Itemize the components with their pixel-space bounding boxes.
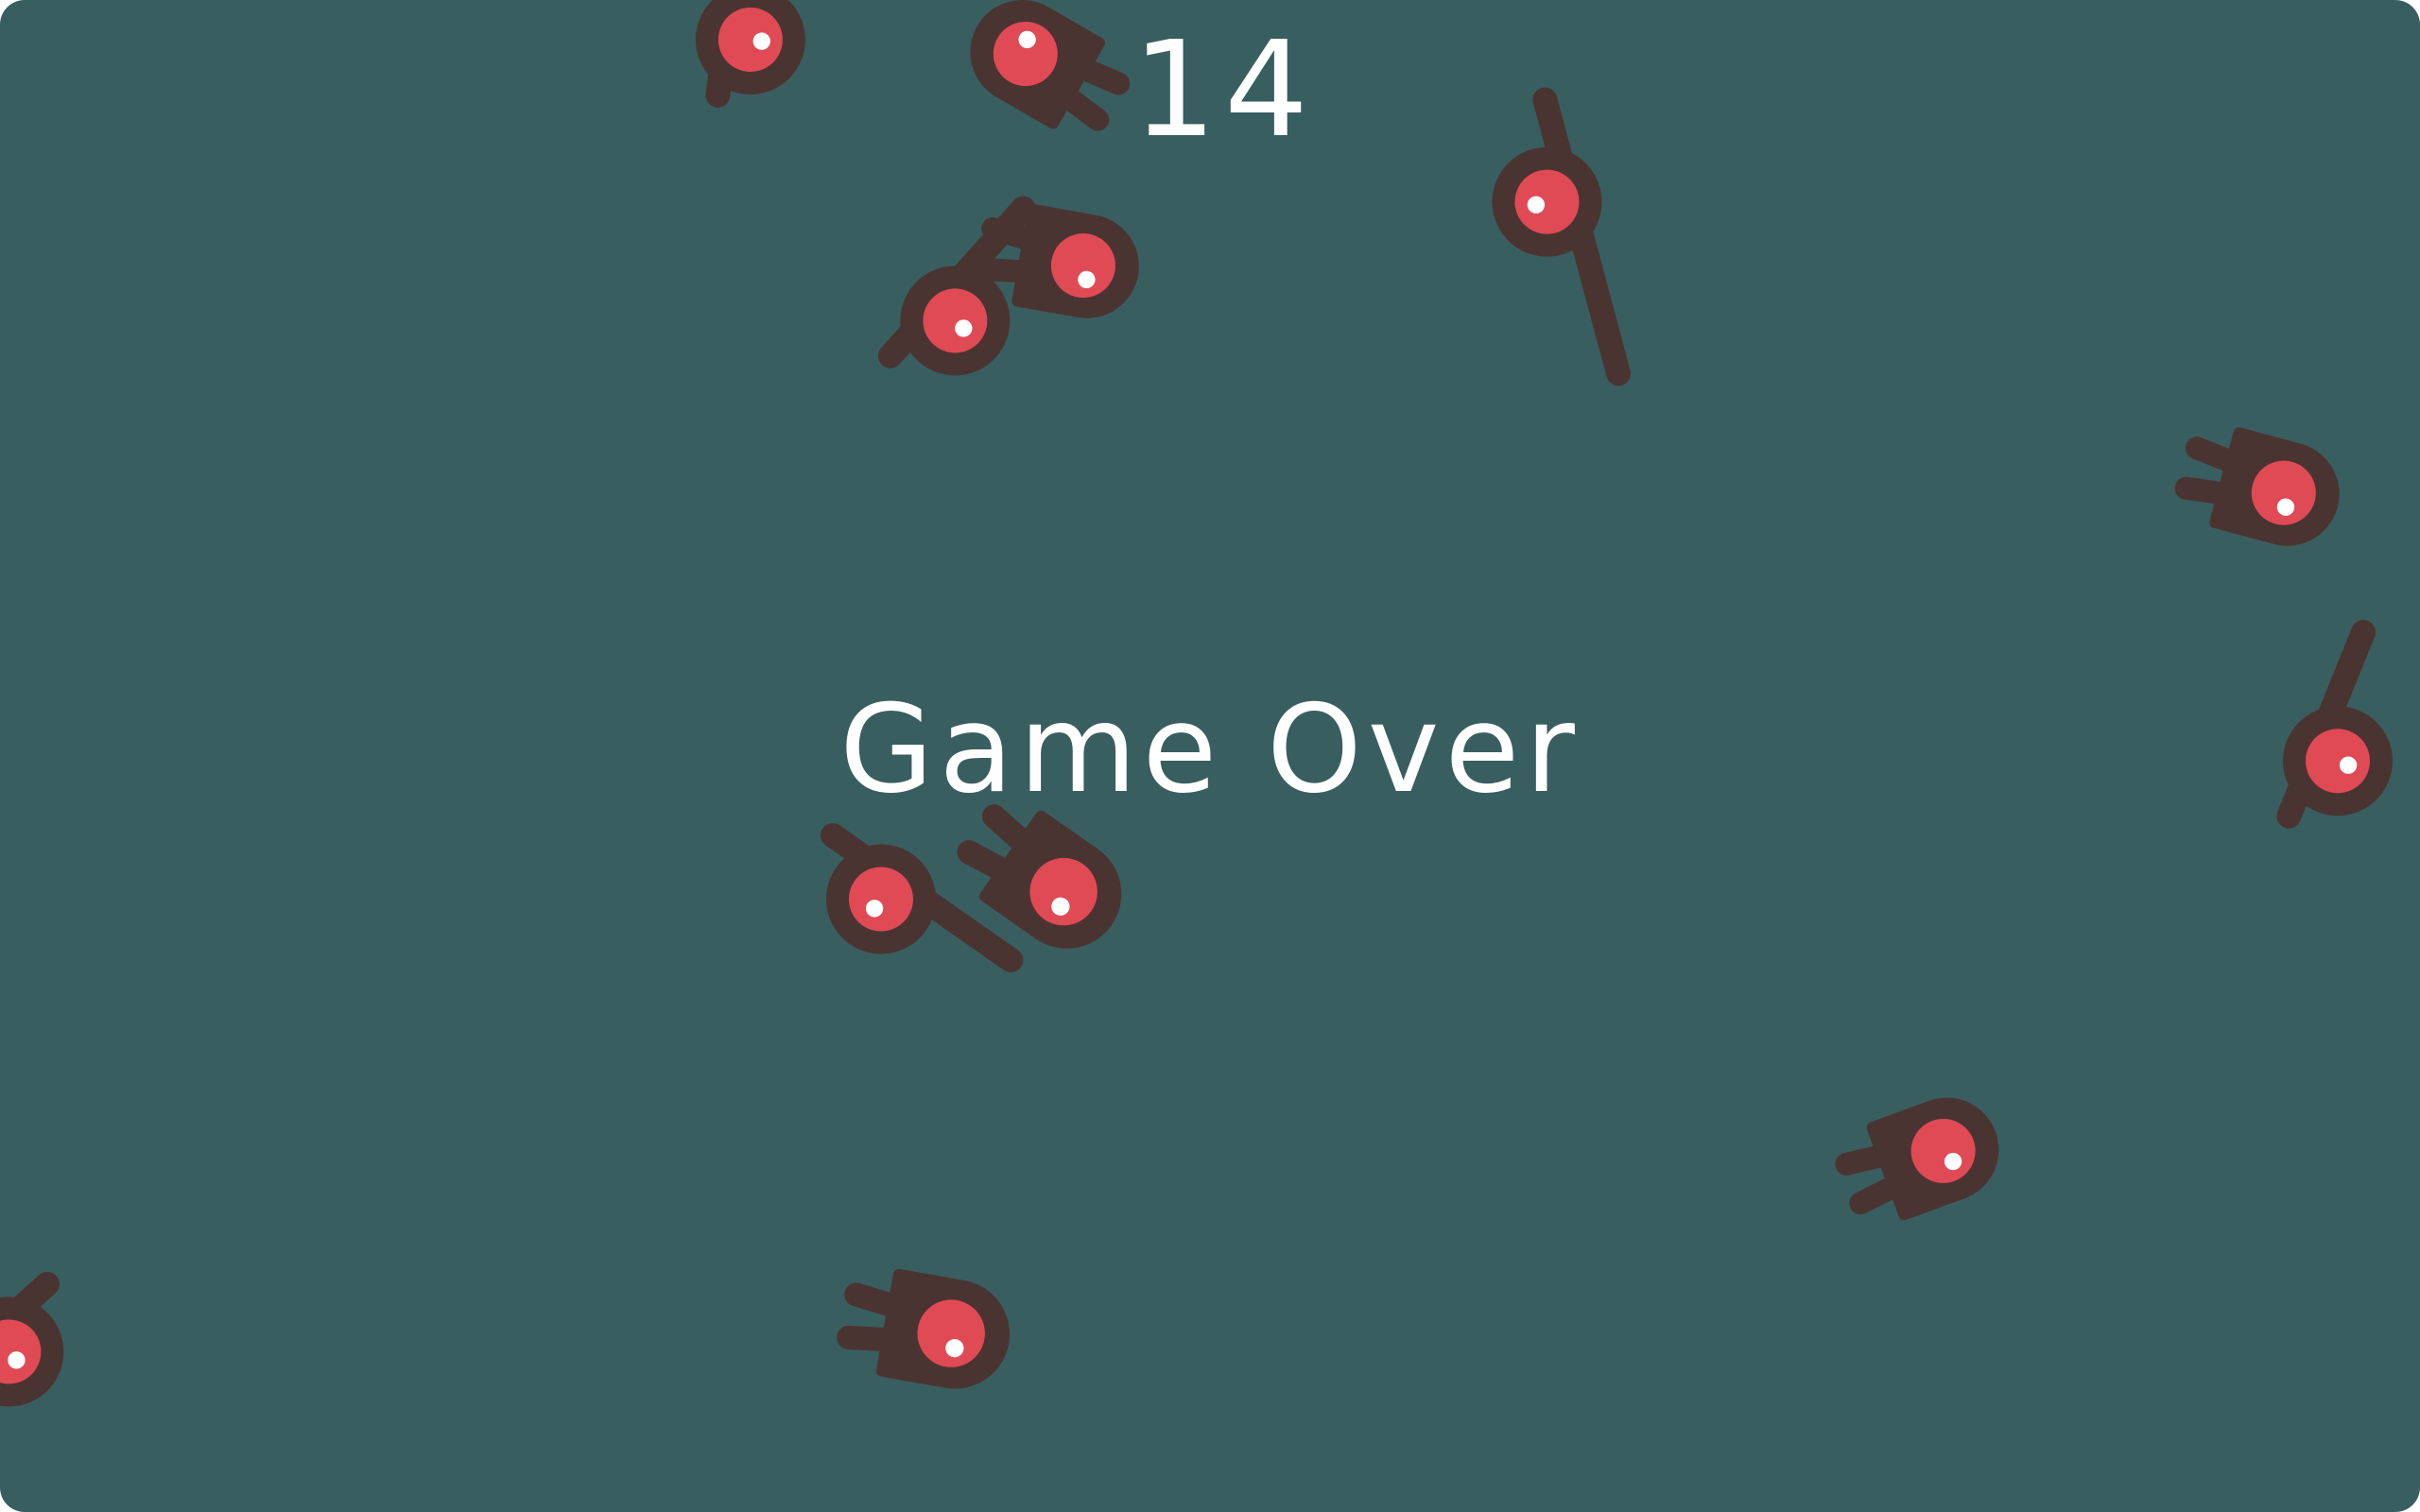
enemy-sprite xyxy=(837,1268,1011,1389)
score-counter: 14 xyxy=(1132,13,1317,167)
enemy-sprite xyxy=(0,1271,64,1407)
game-over-text: Game Over xyxy=(839,679,1581,820)
enemy-sprite xyxy=(2174,427,2340,546)
game-screen[interactable]: 14 Game Over xyxy=(0,0,2420,1512)
enemy-sprite xyxy=(820,822,1024,972)
enemy-sprite xyxy=(1835,1097,1999,1221)
